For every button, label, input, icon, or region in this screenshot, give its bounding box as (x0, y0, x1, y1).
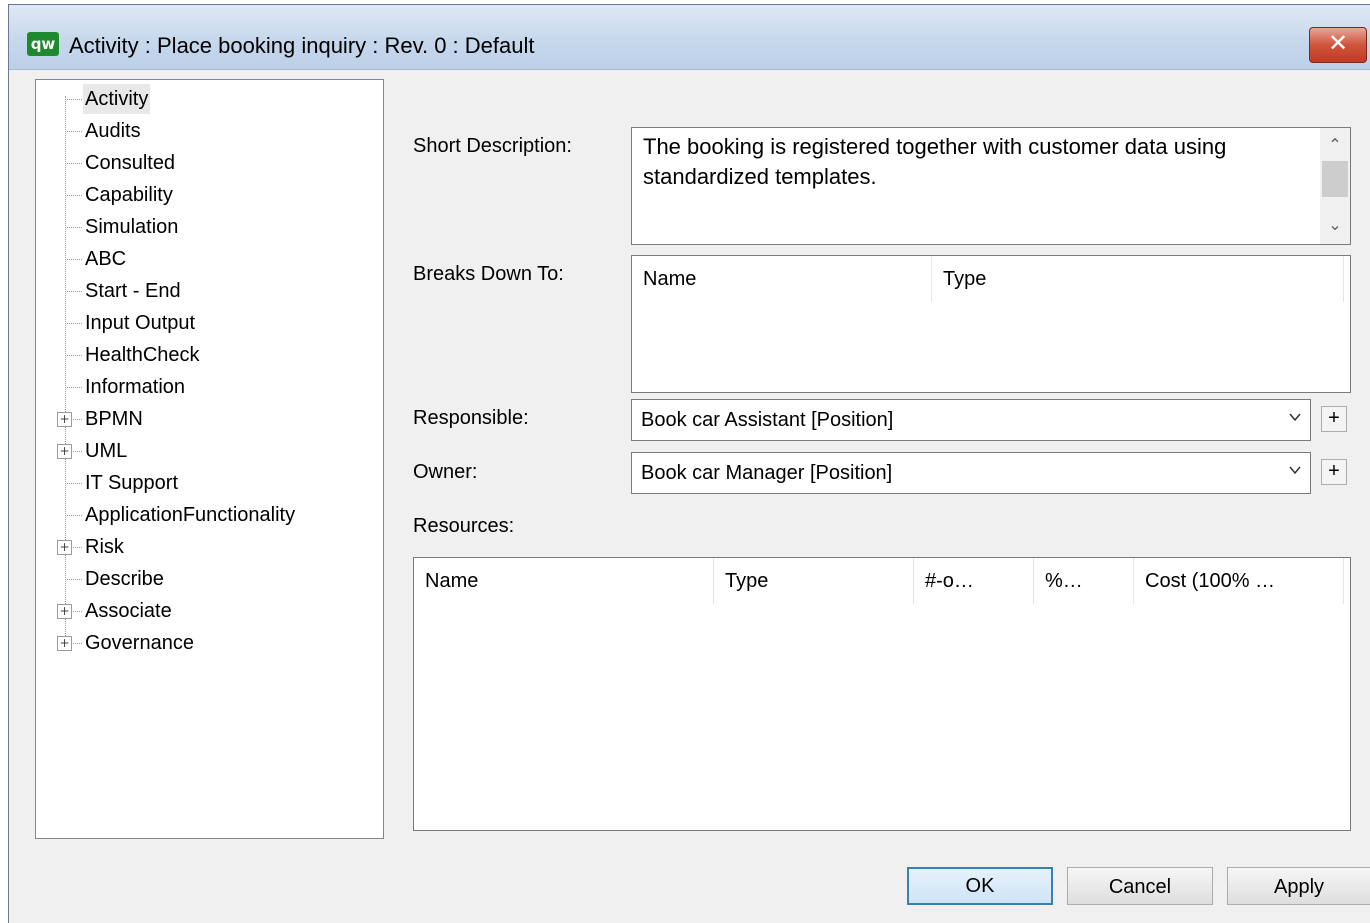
tree-connector-line (65, 99, 82, 100)
tree-connector-line (65, 579, 82, 580)
expand-plus-icon[interactable]: + (57, 540, 72, 555)
tree-item-label: BPMN (85, 408, 143, 430)
tree-item-label: Governance (85, 632, 194, 654)
tree-connector-line (65, 483, 82, 484)
tree-connector-line (65, 259, 82, 260)
tree-item-label: Audits (85, 120, 141, 142)
category-tree[interactable]: Activity Audits Consulted Capability Simulat… (35, 79, 384, 839)
resources-table[interactable]: Name Type #-o… %… Cost (100% … (413, 557, 1351, 831)
expand-plus-icon[interactable]: + (57, 412, 72, 427)
resources-label: Resources: (413, 515, 515, 537)
owner-value: Book car Manager [Position] (641, 462, 893, 484)
tree-connector-line (65, 291, 82, 292)
add-responsible-button[interactable]: + (1321, 406, 1347, 432)
tree-connector-line (65, 163, 82, 164)
short-description-field[interactable]: The booking is registered together with … (631, 127, 1351, 245)
tree-connector-line (65, 323, 82, 324)
window-title: Activity : Place booking inquiry : Rev. … (69, 33, 535, 58)
resources-column-count[interactable]: #-o… (914, 558, 1034, 604)
tree-item-label: Associate (85, 600, 172, 622)
tree-connector-line (65, 227, 82, 228)
tree-item-label: Simulation (85, 216, 179, 238)
short-description-label: Short Description: (413, 135, 572, 157)
tree-item-label: ABC (85, 248, 127, 270)
add-owner-button[interactable]: + (1321, 459, 1347, 485)
owner-dropdown[interactable]: Book car Manager [Position] (631, 452, 1311, 494)
tree-item-label: Start - End (85, 280, 181, 302)
tree-item-label: UML (85, 440, 128, 462)
responsible-label: Responsible: (413, 407, 529, 429)
title-bar[interactable]: qw Activity : Place booking inquiry : Re… (9, 5, 1370, 70)
chevron-down-icon (1289, 413, 1301, 422)
tree-connector-line (65, 515, 82, 516)
app-logo-icon: qw (27, 32, 59, 56)
tree-item-label: IT Support (85, 472, 179, 494)
breaks-down-to-table[interactable]: Name Type (631, 255, 1351, 393)
apply-button[interactable]: Apply (1227, 867, 1370, 905)
owner-label: Owner: (413, 461, 478, 483)
dialog-window: qw Activity : Place booking inquiry : Re… (8, 4, 1370, 923)
resources-column-cost[interactable]: Cost (100% … (1134, 558, 1344, 604)
resources-column-type[interactable]: Type (714, 558, 914, 604)
tree-item-label: Consulted (85, 152, 176, 174)
responsible-dropdown[interactable]: Book car Assistant [Position] (631, 399, 1311, 441)
tree-item-label: ApplicationFunctionality (85, 504, 296, 526)
breaks-down-column-type[interactable]: Type (932, 256, 1344, 302)
responsible-value: Book car Assistant [Position] (641, 409, 894, 431)
resources-column-name[interactable]: Name (414, 558, 714, 604)
scroll-down-icon[interactable]: ⌄ (1320, 214, 1350, 238)
tree-item-label: Information (85, 376, 186, 398)
tree-connector-line (65, 131, 82, 132)
expand-plus-icon[interactable]: + (57, 444, 72, 459)
expand-plus-icon[interactable]: + (57, 636, 72, 651)
tree-connector-line (65, 355, 82, 356)
breaks-down-to-label: Breaks Down To: (413, 263, 564, 285)
tree-connector-line (65, 387, 82, 388)
chevron-down-icon (1289, 466, 1301, 475)
tree-item-label: Input Output (85, 312, 196, 334)
scroll-up-icon[interactable]: ⌃ (1320, 134, 1350, 158)
tree-item-label: Capability (85, 184, 173, 206)
breaks-down-column-name[interactable]: Name (632, 256, 932, 302)
scrollbar-thumb[interactable] (1322, 161, 1348, 197)
cancel-button[interactable]: Cancel (1067, 867, 1213, 905)
tree-connector-line (65, 195, 82, 196)
expand-plus-icon[interactable]: + (57, 604, 72, 619)
short-description-text: The booking is registered together with … (643, 134, 1227, 189)
tree-guide-line (65, 96, 66, 640)
tree-item-label: Activity (83, 84, 151, 114)
tree-item-label: Describe (85, 568, 164, 590)
tree-item-label: Risk (85, 536, 124, 558)
ok-button[interactable]: OK (907, 867, 1053, 905)
description-scrollbar[interactable]: ⌃ ⌄ (1320, 128, 1350, 244)
resources-column-percent[interactable]: %… (1034, 558, 1134, 604)
close-button[interactable]: ✕ (1309, 27, 1367, 63)
tree-item-label: HealthCheck (85, 344, 200, 366)
